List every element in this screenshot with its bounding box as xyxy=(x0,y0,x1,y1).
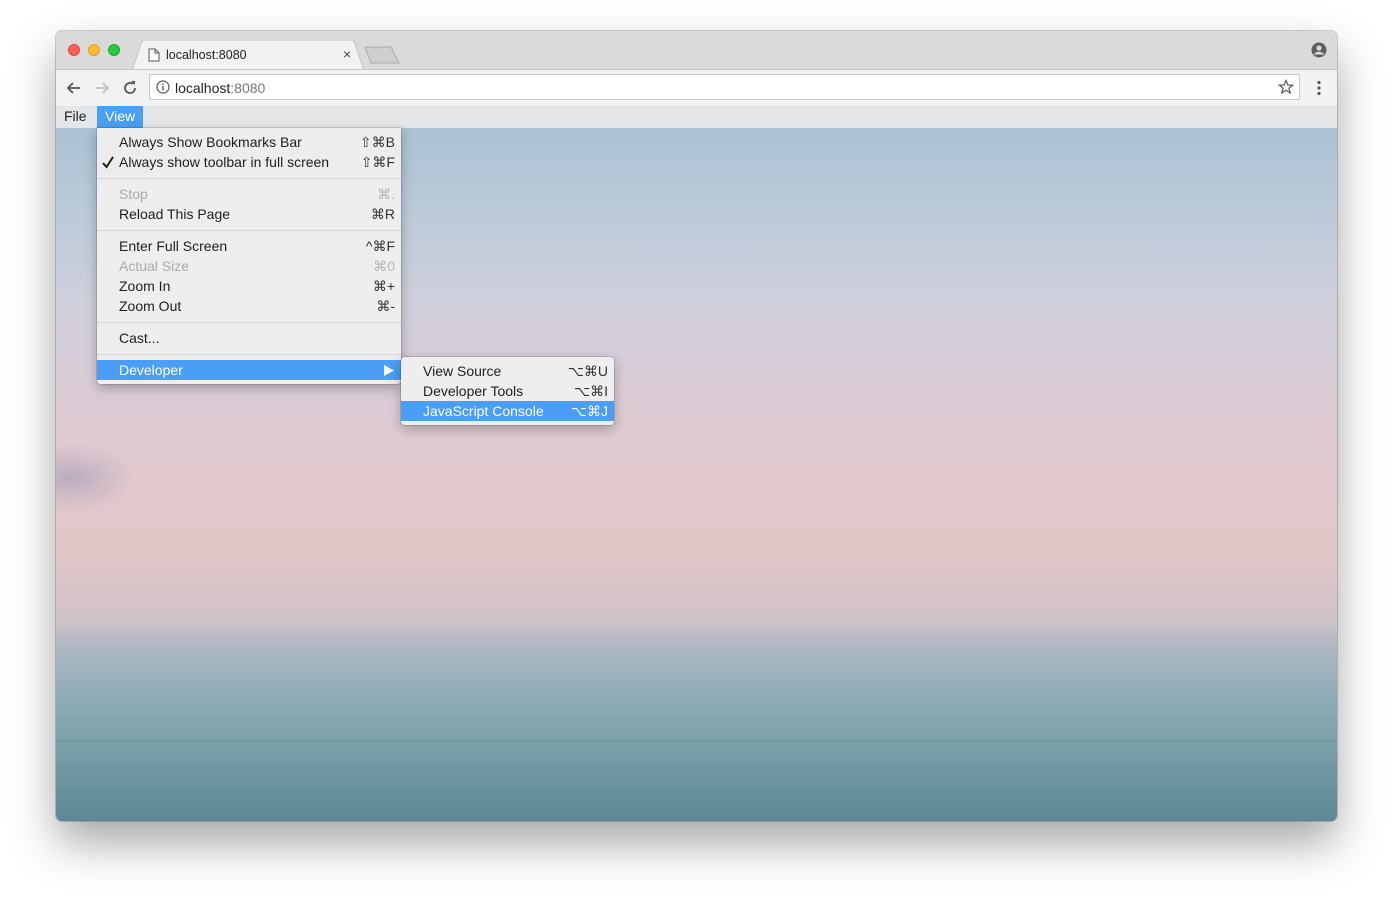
menu-item-label: Always show toolbar in full screen xyxy=(119,154,330,170)
menu-item-shortcut: ⌘0 xyxy=(373,258,395,274)
menu-item-label: Stop xyxy=(119,186,148,202)
menu-item-always-show-toolbar[interactable]: Always show toolbar in full screen ⇧⌘F xyxy=(97,152,401,172)
menu-item-always-show-bookmarks-bar[interactable]: Always Show Bookmarks Bar ⇧⌘B xyxy=(97,132,401,152)
info-icon[interactable] xyxy=(156,80,170,94)
background-cloud xyxy=(56,443,136,513)
menu-view[interactable]: View xyxy=(97,106,144,128)
menu-item-label: JavaScript Console xyxy=(423,403,544,419)
sea-ripple xyxy=(56,790,1337,791)
menu-item-shortcut: ⌥⌘J xyxy=(570,403,608,419)
menu-item-zoom-in[interactable]: Zoom In ⌘+ xyxy=(97,276,401,296)
menu-separator xyxy=(97,178,401,179)
profile-icon[interactable] xyxy=(1311,42,1327,58)
address-bar[interactable]: localhost:8080 xyxy=(149,74,1300,100)
star-icon[interactable] xyxy=(1278,79,1294,95)
menu-item-view-source[interactable]: View Source ⌥⌘U xyxy=(401,361,614,381)
menu-item-shortcut: ⇧⌘F xyxy=(360,154,395,170)
url-port: :8080 xyxy=(230,80,266,96)
menu-item-label: Developer xyxy=(119,362,183,378)
menu-item-reload[interactable]: Reload This Page ⌘R xyxy=(97,204,401,224)
menu-item-stop: Stop ⌘. xyxy=(97,184,401,204)
tab-title: localhost:8080 xyxy=(166,48,247,62)
menu-item-label: View Source xyxy=(423,363,502,379)
menu-file[interactable]: File xyxy=(56,106,95,128)
menu-item-label: Reload This Page xyxy=(119,206,231,222)
tab-strip: localhost:8080 × xyxy=(56,31,1337,70)
menu-item-label: Enter Full Screen xyxy=(119,238,228,254)
menu-item-cast[interactable]: Cast... xyxy=(97,328,401,348)
tab-close-icon[interactable]: × xyxy=(343,46,351,62)
menu-item-zoom-out[interactable]: Zoom Out ⌘- xyxy=(97,296,401,316)
reload-icon[interactable] xyxy=(121,79,139,97)
tab-localhost[interactable]: localhost:8080 × xyxy=(132,40,364,70)
menu-item-enter-full-screen[interactable]: Enter Full Screen ^⌘F xyxy=(97,236,401,256)
menu-item-shortcut: ⌥⌘U xyxy=(567,363,608,379)
menu-item-label: Zoom In xyxy=(119,278,171,294)
view-menu: Always Show Bookmarks Bar ⇧⌘B Always sho… xyxy=(97,128,401,384)
browser-toolbar: localhost:8080 xyxy=(56,69,1337,107)
menu-item-label: Zoom Out xyxy=(119,298,182,314)
menu-separator xyxy=(97,230,401,231)
menu-item-shortcut: ⇧⌘B xyxy=(359,134,395,150)
menu-item-shortcut: ⌘- xyxy=(376,298,395,314)
menu-item-shortcut: ^⌘F xyxy=(365,238,395,254)
maximize-window-button[interactable] xyxy=(108,44,120,56)
check-icon xyxy=(102,156,114,169)
menu-item-label: Developer Tools xyxy=(423,383,524,399)
menu-item-shortcut: ⌘R xyxy=(370,206,395,222)
forward-arrow-icon[interactable] xyxy=(93,79,111,97)
menu-item-label: Always Show Bookmarks Bar xyxy=(119,134,302,150)
menu-item-label: Actual Size xyxy=(119,258,190,274)
menu-item-developer-tools[interactable]: Developer Tools ⌥⌘I xyxy=(401,381,614,401)
url-host: localhost xyxy=(175,80,231,96)
sea-ripple xyxy=(56,740,1337,741)
sea-ripple xyxy=(56,808,1337,809)
sea-ripple xyxy=(56,766,1337,767)
new-tab-button[interactable] xyxy=(365,46,401,64)
kebab-icon[interactable] xyxy=(1316,80,1322,96)
developer-submenu: View Source ⌥⌘U Developer Tools ⌥⌘I Java… xyxy=(401,357,614,425)
menu-item-actual-size: Actual Size ⌘0 xyxy=(97,256,401,276)
menu-item-shortcut: ⌘+ xyxy=(372,278,395,294)
minimize-window-button[interactable] xyxy=(88,44,100,56)
menu-item-javascript-console[interactable]: JavaScript Console ⌥⌘J xyxy=(401,401,614,421)
menu-separator xyxy=(97,354,401,355)
menu-item-shortcut: ⌥⌘I xyxy=(573,383,608,399)
menu-item-shortcut: ⌘. xyxy=(377,186,395,202)
back-arrow-icon[interactable] xyxy=(65,79,83,97)
page-icon xyxy=(148,48,160,62)
menu-separator xyxy=(97,322,401,323)
sea-ripple xyxy=(56,718,1337,719)
close-window-button[interactable] xyxy=(68,44,80,56)
triangle-right-icon xyxy=(384,365,394,376)
url-text: localhost:8080 xyxy=(175,80,265,96)
app-menu-bar: File View xyxy=(56,106,1337,129)
menu-item-developer[interactable]: Developer xyxy=(97,360,401,380)
menu-item-label: Cast... xyxy=(119,330,160,346)
